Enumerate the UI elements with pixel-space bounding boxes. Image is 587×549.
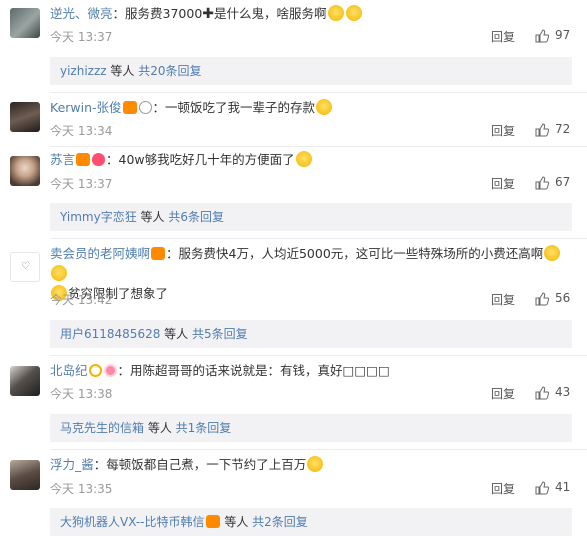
sub-reply-mid: 等人 — [136, 210, 169, 224]
comment-body: 北岛纪 ：用陈超哥哥的话来说就是：有钱，真好□□□□ — [50, 361, 573, 381]
like-count: 97 — [555, 28, 571, 42]
vip-badge-icon — [151, 247, 166, 260]
cat-emoji-icon — [51, 265, 67, 281]
cat-emoji-icon — [307, 456, 324, 472]
comment-body: 浮力_酱：每顿饭都自己煮，一下节约了上百万 — [50, 455, 573, 475]
sub-replies[interactable]: 马克先生的信箱 等人 共1条回复 — [50, 414, 572, 442]
cat-emoji-icon — [295, 151, 312, 167]
sub-reply-mid: 等人 — [106, 64, 139, 78]
sub-reply-count[interactable]: 共1条回复 — [176, 421, 232, 435]
avatar[interactable] — [10, 8, 40, 38]
reply-button[interactable]: 回复 — [491, 122, 515, 139]
comment-text: ：服务费37000 — [112, 6, 203, 21]
comment-text: ：一顿饭吃了我一辈子的存款 — [152, 100, 316, 115]
sub-reply-user[interactable]: 马克先生的信箱 — [60, 421, 144, 435]
vip-badge-icon — [205, 515, 220, 528]
comment-time: 今天 13:35 — [50, 482, 113, 496]
thumbs-up-icon[interactable] — [535, 176, 549, 190]
comment-text: ：40w够我吃好几十年的方便面了 — [106, 152, 295, 167]
shocked-emoji-icon — [327, 5, 344, 21]
sub-reply-mid: 等人 — [144, 421, 176, 435]
comment-time: 今天 13:42 — [50, 293, 113, 307]
divider — [50, 146, 587, 147]
donut-badge-icon — [103, 364, 117, 377]
avatar[interactable] — [10, 366, 40, 396]
sub-reply-user[interactable]: Yimmy字恋狂 — [60, 210, 137, 224]
like-count: 43 — [555, 385, 571, 399]
comment-author[interactable]: 苏言 — [50, 152, 75, 167]
comment-author[interactable]: 卖会员的老阿姨啊 — [50, 246, 150, 261]
sub-reply-user[interactable]: yizhizzz — [60, 64, 107, 78]
thumbs-up-icon[interactable] — [535, 292, 549, 306]
plus-icon: ✚ — [202, 6, 215, 22]
thumbs-up-icon[interactable] — [535, 481, 549, 495]
comment-time: 今天 13:37 — [50, 30, 113, 44]
comment-author[interactable]: Kerwin-张俊 — [50, 100, 122, 115]
comment-text: ：用陈超哥哥的话来说就是：有钱，真好□□□□ — [117, 363, 390, 378]
comment-author[interactable]: 北岛纪 — [50, 363, 88, 378]
heart-outline-icon: ♡ — [21, 261, 30, 272]
sub-reply-count[interactable]: 共6条回复 — [168, 210, 224, 224]
like-count: 72 — [555, 122, 571, 136]
like-count: 41 — [555, 480, 571, 494]
comment-text: ：服务费快4万，人均近5000元，这可比一些特殊场所的小费还高啊 — [166, 246, 544, 261]
comment-text: ：每顿饭都自己煮，一下节约了上百万 — [93, 457, 307, 472]
divider — [50, 238, 587, 239]
comment-author[interactable]: 逆光、微亮 — [50, 6, 113, 21]
vip-badge-icon — [76, 153, 91, 166]
divider — [50, 92, 587, 93]
comment-body: Kerwin-张俊 ：一顿饭吃了我一辈子的存款 — [50, 98, 573, 118]
reply-button[interactable]: 回复 — [491, 291, 515, 308]
comment-time: 今天 13:38 — [50, 387, 113, 401]
cat-emoji-icon — [544, 245, 561, 261]
ring-badge-icon — [88, 364, 102, 377]
reply-button[interactable]: 回复 — [491, 480, 515, 497]
sub-replies[interactable]: Yimmy字恋狂 等人 共6条回复 — [50, 203, 572, 231]
sub-reply-user[interactable]: 用户6118485628 — [60, 327, 160, 341]
comment-body: 苏言 ：40w够我吃好几十年的方便面了 — [50, 150, 573, 170]
avatar[interactable] — [10, 102, 40, 132]
sub-replies[interactable]: 用户6118485628 等人 共5条回复 — [50, 320, 572, 348]
like-count: 56 — [555, 291, 571, 305]
divider — [50, 355, 587, 356]
divider — [50, 449, 587, 450]
shocked-emoji-icon — [316, 99, 333, 115]
sub-reply-count[interactable]: 共5条回复 — [192, 327, 248, 341]
sub-reply-count[interactable]: 共2条回复 — [252, 515, 308, 529]
heart-badge-icon — [92, 153, 106, 166]
sub-replies[interactable]: 大狗机器人VX--比特币韩信 等人 共2条回复 — [50, 508, 572, 536]
like-count: 67 — [555, 175, 571, 189]
sub-reply-mid: 等人 — [160, 327, 192, 341]
thumbs-up-icon[interactable] — [535, 123, 549, 137]
reply-button[interactable]: 回复 — [491, 28, 515, 45]
avatar[interactable] — [10, 156, 40, 186]
sub-reply-user[interactable]: 大狗机器人VX--比特币韩信 — [60, 515, 205, 529]
comment-body: 逆光、微亮：服务费37000✚是什么鬼，啥服务啊 — [50, 4, 573, 24]
sub-reply-mid: 等人 — [220, 515, 253, 529]
comment-author[interactable]: 浮力_酱 — [50, 457, 94, 472]
panda-badge-icon — [138, 101, 152, 114]
comment-time: 今天 13:34 — [50, 124, 113, 138]
comment-text-cont: 是什么鬼，啥服务啊 — [214, 6, 327, 21]
avatar[interactable] — [10, 460, 40, 490]
shocked-emoji-icon — [345, 5, 362, 21]
sub-replies[interactable]: yizhizzz 等人 共20条回复 — [50, 57, 572, 85]
comment-time: 今天 13:37 — [50, 177, 113, 191]
sub-reply-count[interactable]: 共20条回复 — [138, 64, 201, 78]
avatar[interactable]: ♡ — [10, 252, 40, 282]
thumbs-up-icon[interactable] — [535, 29, 549, 43]
reply-button[interactable]: 回复 — [491, 385, 515, 402]
thumbs-up-icon[interactable] — [535, 386, 549, 400]
reply-button[interactable]: 回复 — [491, 175, 515, 192]
vip-badge-icon — [122, 101, 137, 114]
